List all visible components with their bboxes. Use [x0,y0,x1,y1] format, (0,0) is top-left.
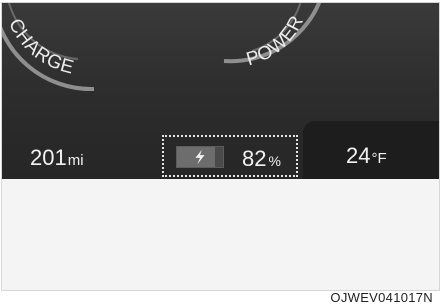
driving-range-readout: 201mi [30,145,84,171]
temperature-value: 24 [346,143,371,168]
battery-percent-unit: % [268,153,281,169]
range-value: 201 [30,145,67,170]
charge-gauge-label: CHARGE [4,15,76,78]
temperature-unit: °F [371,150,387,167]
cluster-display: CHARGE POWER 201mi 82% 24°F [2,3,439,179]
outside-temperature-readout: 24°F [346,143,387,169]
manual-figure: CHARGE POWER 201mi 82% 24°F OJWEV041017N [0,0,441,308]
battery-status-highlight: 82% [162,135,298,177]
instrument-cluster-screen: CHARGE POWER 201mi 82% 24°F [1,2,440,291]
range-unit: mi [67,152,84,169]
figure-code: OJWEV041017N [330,290,433,305]
power-gauge-label: POWER [244,12,308,70]
battery-level-bar [176,146,224,168]
battery-percent-value: 82 [242,146,267,171]
battery-percent-readout: 82% [242,146,281,172]
charge-gauge-outer-ring [2,26,95,92]
charging-bolt-icon [195,149,205,165]
